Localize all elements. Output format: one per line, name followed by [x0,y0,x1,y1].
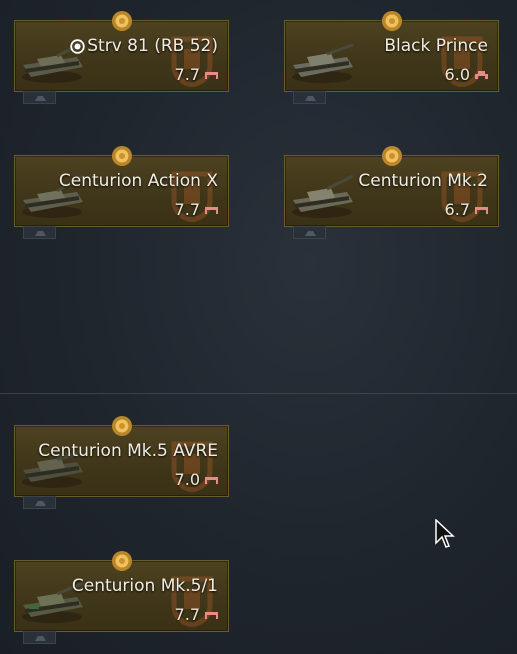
tank-silhouette-icon [35,636,46,641]
tank-class-icon [205,611,218,619]
battle-rating: 6.7 [445,200,488,219]
vehicle-slot-tab[interactable] [23,91,56,104]
battle-rating: 7.0 [175,470,218,489]
tank-class-icon [475,206,488,214]
vehicle-tile-centurion-mk5-1[interactable]: Centurion Mk.5/1 7.7 [14,551,229,632]
tank-silhouette-icon [35,96,46,101]
vehicle-tile-centurion-action-x[interactable]: Centurion Action X 7.7 [14,146,229,227]
medal-icon [111,416,132,436]
tank-class-icon [205,476,218,484]
heavy-tank-class-icon [475,70,488,79]
vehicle-slot-tab[interactable] [23,496,56,509]
vehicle-name: Centurion Action X [58,171,218,191]
vehicle-slot-tab[interactable] [23,226,56,239]
vehicle-slot-tab[interactable] [23,631,56,644]
medal-icon [381,146,402,166]
tank-silhouette-icon [305,231,316,236]
medal-icon [381,11,402,31]
battle-rating: 6.0 [445,65,488,84]
tank-silhouette-icon [35,501,46,506]
tank-silhouette-icon [35,231,46,236]
tank-thumbnail-icon [292,174,354,218]
tank-class-icon [205,71,218,79]
vehicle-tile-strv-81[interactable]: Strv 81 (RB 52) 7.7 [14,11,229,92]
tank-class-icon [205,206,218,214]
medal-icon [111,146,132,166]
battle-rating: 7.7 [175,605,218,624]
section-divider [0,393,517,394]
vehicle-name: Centurion Mk.5/1 [71,576,218,596]
vehicle-name: Centurion Mk.2 [358,171,488,191]
battle-rating: 7.7 [175,200,218,219]
vehicle-name: Strv 81 (RB 52) [70,36,218,56]
vehicle-tile-centurion-mk5-avre[interactable]: Centurion Mk.5 AVRE 7.0 [14,416,229,497]
vehicle-tile-black-prince[interactable]: Black Prince 6.0 [284,11,499,92]
tank-silhouette-icon [305,96,316,101]
premium-target-icon [70,38,85,54]
mouse-cursor-icon [435,519,455,548]
medal-icon [111,11,132,31]
vehicle-name: Black Prince [384,36,488,56]
medal-icon [111,551,132,571]
vehicle-tile-centurion-mk2[interactable]: Centurion Mk.2 6.7 [284,146,499,227]
vehicle-name: Centurion Mk.5 AVRE [38,441,218,461]
tank-thumbnail-icon [292,43,354,83]
battle-rating: 7.7 [175,65,218,84]
vehicle-slot-tab[interactable] [293,91,326,104]
vehicle-slot-tab[interactable] [293,226,326,239]
